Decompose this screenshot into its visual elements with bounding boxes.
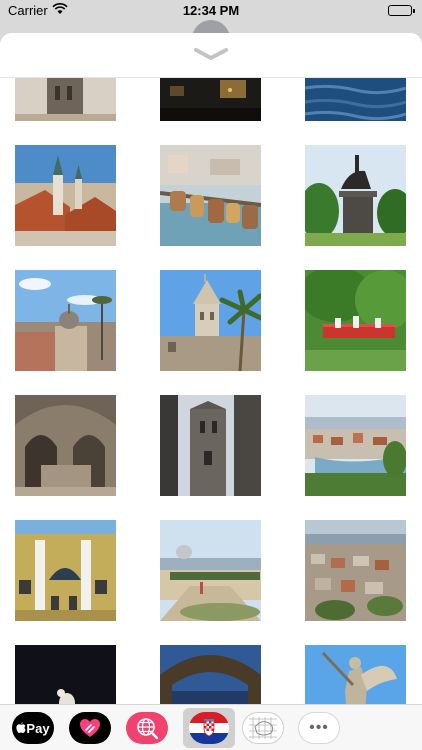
selected-app-highlight[interactable]: [183, 708, 235, 748]
apple-logo-icon: [16, 722, 27, 733]
photo-tile[interactable]: [15, 645, 116, 705]
photo-tile[interactable]: [305, 520, 406, 621]
app-drawer: Pay •••: [0, 704, 422, 750]
croatia-flag-icon[interactable]: [189, 712, 229, 744]
apple-pay-icon[interactable]: Pay: [12, 712, 54, 744]
clock: 12:34 PM: [182, 3, 240, 18]
photo-tile[interactable]: [15, 270, 116, 371]
photo-tile[interactable]: [160, 395, 261, 496]
image-search-globe-icon[interactable]: [126, 712, 168, 744]
sheet-header[interactable]: [0, 33, 422, 78]
map-grid-icon[interactable]: [242, 712, 284, 744]
photo-grid[interactable]: [0, 78, 422, 705]
photo-tile[interactable]: [305, 78, 406, 121]
battery-icon: [388, 5, 415, 16]
photo-tile[interactable]: [160, 645, 261, 705]
photo-tile[interactable]: [305, 395, 406, 496]
apple-pay-label: Pay: [26, 720, 50, 736]
app-sheet: Pay •••: [0, 33, 422, 750]
photo-tile[interactable]: [15, 520, 116, 621]
photo-tile[interactable]: [160, 78, 261, 121]
photo-tile[interactable]: [305, 270, 406, 371]
photo-tile[interactable]: [160, 270, 261, 371]
digital-touch-heart-icon[interactable]: [69, 712, 111, 744]
photo-tile[interactable]: [160, 145, 261, 246]
status-bar: Carrier 12:34 PM: [0, 0, 422, 22]
photo-tile[interactable]: [15, 395, 116, 496]
more-ellipsis-icon[interactable]: •••: [298, 712, 340, 744]
photo-tile[interactable]: [305, 645, 406, 705]
photo-tile[interactable]: [15, 145, 116, 246]
photo-tile[interactable]: [15, 78, 116, 121]
more-label: •••: [309, 719, 329, 736]
chevron-down-icon[interactable]: [194, 47, 228, 61]
photo-tile[interactable]: [160, 520, 261, 621]
photo-tile[interactable]: [305, 145, 406, 246]
